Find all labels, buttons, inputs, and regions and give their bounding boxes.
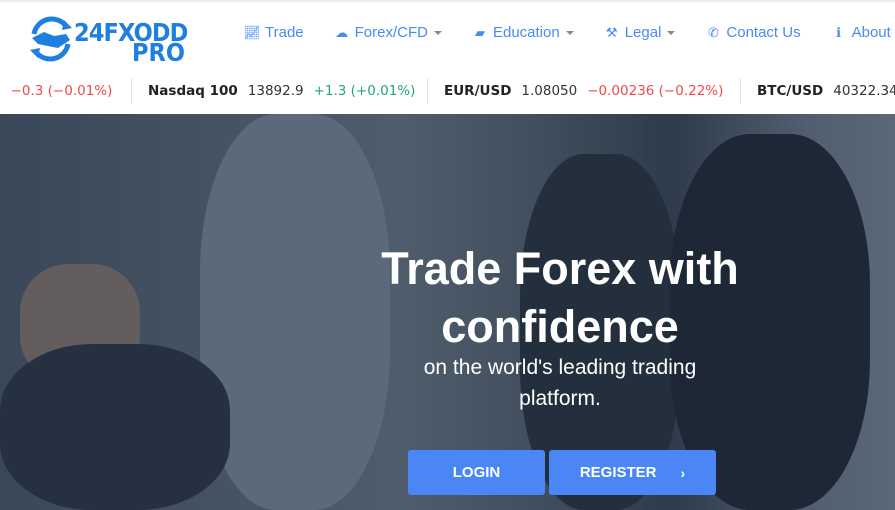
nav-contact-us[interactable]: ✆ Contact Us (705, 24, 801, 41)
ticker-symbol: EUR/USD (444, 83, 512, 99)
divider (740, 78, 741, 104)
login-button[interactable]: LOGIN (408, 450, 545, 495)
ticker-price: 40322.34 (833, 83, 895, 99)
header: 24FXODD PRO 📈︎ Trade ☁ Forex/CFD ▰ Educatio… (0, 2, 895, 68)
info-circle-icon: ℹ (836, 24, 842, 40)
register-label: REGISTER (579, 464, 657, 481)
nav-label: Education (492, 24, 560, 41)
logo[interactable]: 24FXODD PRO (28, 16, 188, 67)
divider (131, 78, 132, 104)
ticker-price: 1.08050 (521, 83, 578, 99)
register-button[interactable]: REGISTER › (549, 450, 716, 495)
divider (427, 78, 428, 104)
cloud-chart-icon: ☁ (335, 24, 349, 40)
hero-banner: Trade Forex with confidence on the world… (0, 114, 895, 510)
ticker-symbol: BTC/USD (757, 83, 824, 99)
nav-label: Forex/CFD (354, 24, 428, 41)
phone-icon: ✆ (707, 24, 719, 40)
hero-title: Trade Forex with confidence (381, 243, 739, 352)
caret-down-icon (565, 30, 574, 35)
nav-label: Contact Us (726, 24, 801, 41)
ticker-change: +1.3 (+0.01%) (313, 83, 416, 99)
caret-down-icon (433, 30, 442, 35)
book-icon: ▰ (474, 24, 485, 40)
ticker-symbol: Nasdaq 100 (148, 83, 238, 99)
ticker-price: 13892.9 (247, 83, 304, 99)
main-nav: 📈︎ Trade ☁ Forex/CFD ▰ Education ⚒ Legal ✆ Co… (244, 24, 895, 41)
ticker-item[interactable]: EUR/USD 1.08050 −0.00236 (−0.22%) (444, 83, 723, 99)
logo-subtext: PRO (132, 38, 185, 67)
login-label: LOGIN (452, 464, 501, 481)
ticker-change: −0.3 (−0.01%) (10, 83, 113, 99)
nav-about[interactable]: ℹ About (831, 24, 891, 41)
nav-label: Trade (265, 24, 304, 41)
gavel-icon: ⚒ (605, 24, 618, 40)
ticker-price: 6 (0, 83, 1, 99)
caret-down-icon (667, 30, 676, 35)
nav-legal[interactable]: ⚒ Legal (604, 24, 676, 41)
ticker-item[interactable]: BTC/USD 40322.34 (757, 83, 895, 99)
nav-forex-cfd[interactable]: ☁ Forex/CFD (334, 24, 442, 41)
nav-education[interactable]: ▰ Education (472, 24, 574, 41)
price-ticker[interactable]: 6 −0.3 (−0.01%) Nasdaq 100 13892.9 +1.3 (+0… (0, 68, 895, 114)
ticker-item[interactable]: 6 −0.3 (−0.01%) (0, 83, 112, 99)
ticker-change: −0.00236 (−0.22%) (587, 83, 724, 99)
ticker-item[interactable]: Nasdaq 100 13892.9 +1.3 (+0.01%) (148, 83, 415, 99)
nav-label: Legal (624, 24, 662, 41)
chart-line-icon: 📈︎ (243, 24, 261, 40)
nav-trade[interactable]: 📈︎ Trade (244, 24, 304, 41)
chevron-right-icon: › (680, 464, 686, 481)
nav-label: About (851, 24, 891, 41)
handshake-logo-icon (30, 16, 72, 62)
hero-subtitle: on the world's leading trading platform. (423, 356, 697, 410)
